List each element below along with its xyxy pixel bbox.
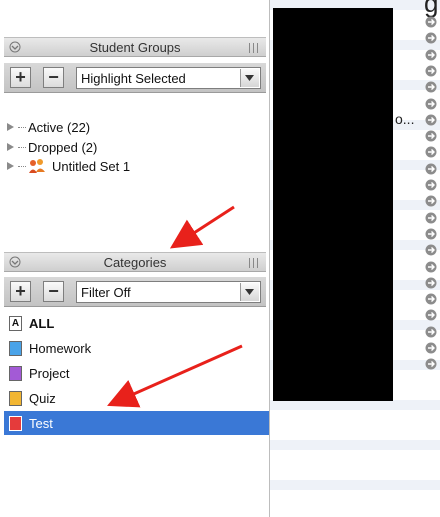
grid-row-stripe bbox=[270, 460, 440, 470]
resize-grip-icon[interactable] bbox=[249, 43, 259, 53]
expand-triangle-icon[interactable] bbox=[6, 142, 16, 152]
left-panel: Student Groups + − Highlight Selected Ac… bbox=[0, 0, 270, 517]
row-arrow-icon[interactable] bbox=[425, 146, 437, 158]
row-arrow-icon[interactable] bbox=[425, 228, 437, 240]
row-arrow-icon[interactable] bbox=[425, 114, 437, 126]
categories-header[interactable]: Categories bbox=[4, 252, 266, 272]
category-item-all[interactable]: A ALL bbox=[4, 311, 269, 335]
category-item-homework[interactable]: Homework bbox=[4, 336, 269, 360]
group-item-untitled-set[interactable]: Untitled Set 1 bbox=[6, 157, 130, 175]
category-item-label: ALL bbox=[29, 315, 55, 331]
dropdown-arrow-icon[interactable] bbox=[240, 283, 259, 301]
expand-triangle-icon[interactable] bbox=[6, 161, 16, 171]
category-color-icon bbox=[9, 365, 22, 381]
category-item-quiz[interactable]: Quiz bbox=[4, 386, 269, 410]
grid-row-stripe bbox=[270, 480, 440, 490]
category-item-test[interactable]: Test bbox=[4, 411, 269, 435]
add-group-button[interactable]: + bbox=[10, 67, 31, 88]
category-item-label: Test bbox=[29, 415, 53, 431]
group-item-label: Dropped (2) bbox=[28, 139, 98, 155]
categories-title: Categories bbox=[103, 255, 167, 270]
grid-row-stripe bbox=[270, 400, 440, 410]
category-filter-value: Filter Off bbox=[81, 285, 131, 300]
row-arrow-icon[interactable] bbox=[425, 49, 437, 61]
tree-connector bbox=[18, 146, 26, 148]
dropdown-arrow-icon[interactable] bbox=[240, 69, 259, 87]
group-item-label: Untitled Set 1 bbox=[52, 158, 131, 174]
row-arrow-icon[interactable] bbox=[425, 212, 437, 224]
row-arrow-icon[interactable] bbox=[425, 261, 437, 273]
category-item-label: Project bbox=[29, 365, 70, 381]
category-item-project[interactable]: Project bbox=[4, 361, 269, 385]
add-category-button[interactable]: + bbox=[10, 281, 31, 302]
group-item-dropped[interactable]: Dropped (2) bbox=[6, 138, 97, 156]
category-item-label: Homework bbox=[29, 340, 92, 356]
student-groups-toolbar: + − Highlight Selected bbox=[4, 63, 266, 93]
row-arrow-icon[interactable] bbox=[425, 130, 437, 142]
row-arrow-icon[interactable] bbox=[425, 293, 437, 305]
group-item-active[interactable]: Active (22) bbox=[6, 118, 90, 136]
row-arrow-icon[interactable] bbox=[425, 326, 437, 338]
student-groups-header[interactable]: Student Groups bbox=[4, 37, 266, 57]
row-arrow-icon[interactable] bbox=[425, 163, 437, 175]
row-arrow-icon[interactable] bbox=[425, 358, 437, 370]
people-group-icon bbox=[29, 159, 45, 173]
row-arrow-icon[interactable] bbox=[425, 16, 437, 28]
row-arrow-icon[interactable] bbox=[425, 81, 437, 93]
expand-triangle-icon[interactable] bbox=[6, 122, 16, 132]
row-arrow-icon[interactable] bbox=[425, 244, 437, 256]
grid-row-stripe bbox=[270, 440, 440, 450]
student-groups-title: Student Groups bbox=[89, 40, 181, 55]
remove-category-button[interactable]: − bbox=[43, 281, 64, 302]
groups-mode-value: Highlight Selected bbox=[81, 71, 186, 86]
grid-row-stripe bbox=[270, 420, 440, 430]
grid-row-stripe bbox=[270, 500, 440, 510]
category-color-icon bbox=[9, 415, 22, 431]
all-category-icon: A bbox=[9, 315, 22, 331]
row-arrow-icon[interactable] bbox=[425, 277, 437, 289]
category-item-label: Quiz bbox=[29, 390, 56, 406]
row-arrow-icon[interactable] bbox=[425, 98, 437, 110]
resize-grip-icon[interactable] bbox=[249, 258, 259, 268]
remove-group-button[interactable]: − bbox=[43, 67, 64, 88]
row-arrow-icon[interactable] bbox=[425, 309, 437, 321]
row-arrow-icon[interactable] bbox=[425, 195, 437, 207]
redacted-region bbox=[273, 8, 393, 401]
row-arrow-icon[interactable] bbox=[425, 342, 437, 354]
group-item-label: Active (22) bbox=[28, 119, 91, 135]
category-color-icon bbox=[9, 340, 22, 356]
row-arrow-icon[interactable] bbox=[425, 179, 437, 191]
truncated-cell-text: o... bbox=[395, 111, 415, 127]
row-arrow-icon[interactable] bbox=[425, 32, 437, 44]
groups-mode-select[interactable]: Highlight Selected bbox=[76, 67, 261, 89]
category-color-icon bbox=[9, 390, 22, 406]
tree-connector bbox=[18, 165, 26, 167]
categories-toolbar: + − Filter Off bbox=[4, 277, 266, 307]
row-arrow-icon[interactable] bbox=[425, 65, 437, 77]
category-filter-select[interactable]: Filter Off bbox=[76, 281, 261, 303]
tree-connector bbox=[18, 126, 26, 128]
